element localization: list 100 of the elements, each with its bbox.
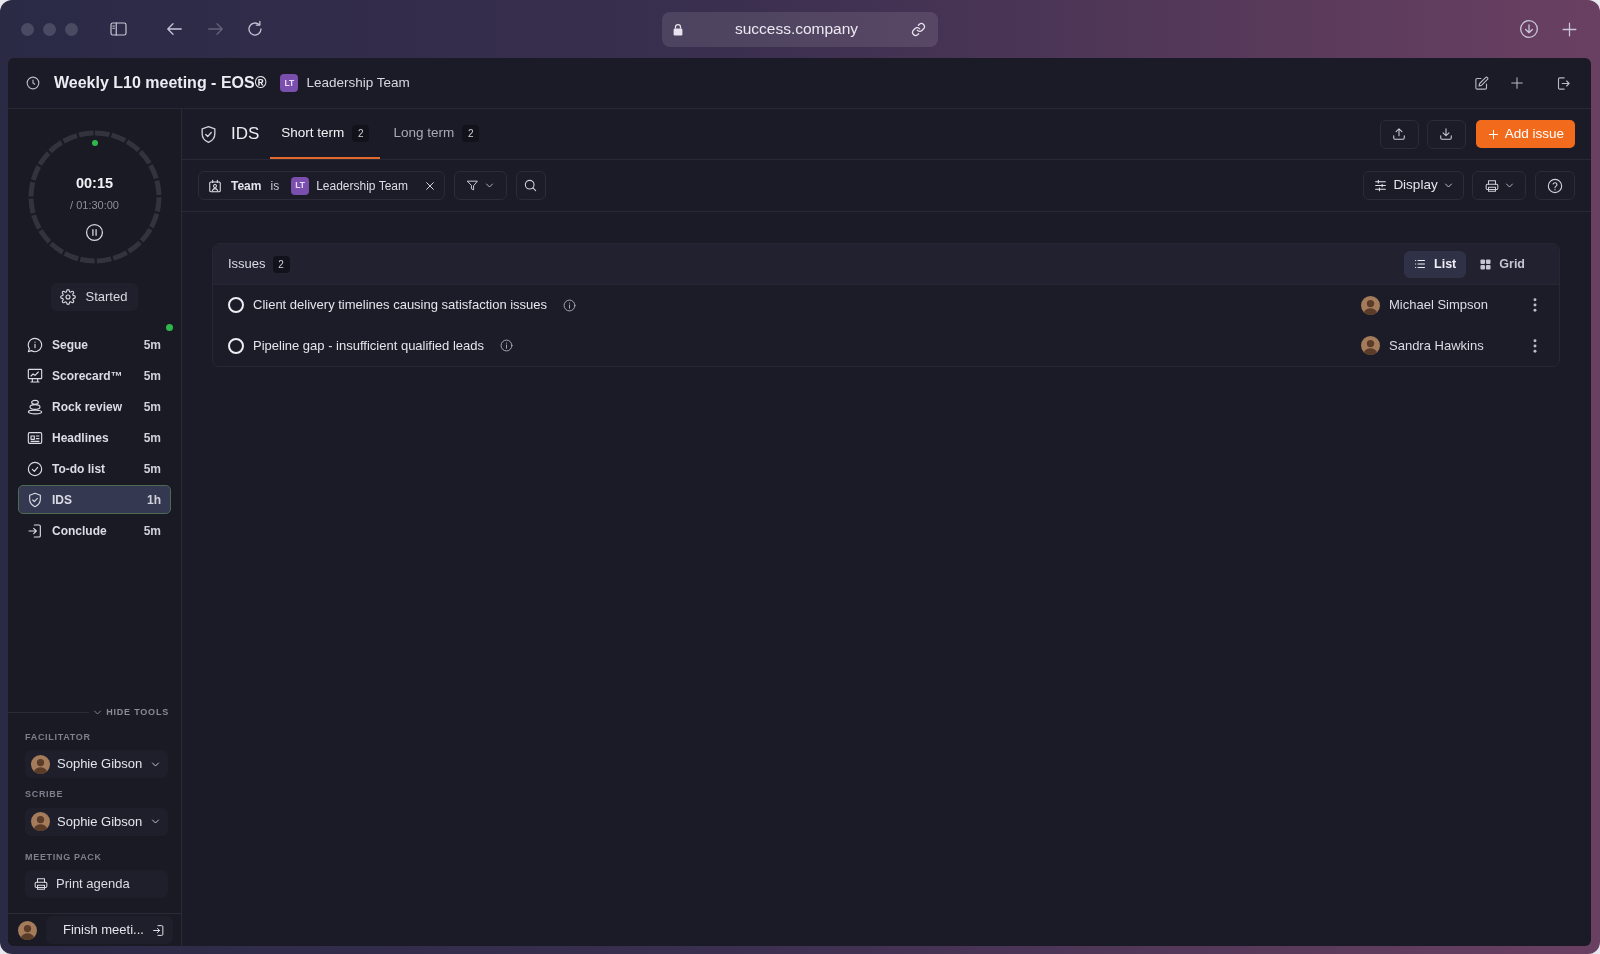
elapsed-time: 00:15 — [75, 174, 114, 193]
calendar-person-icon — [208, 178, 222, 193]
scribe-select[interactable]: Sophie Gibson — [25, 807, 168, 836]
filter-value: Leadership Team — [316, 177, 408, 195]
issue-row[interactable]: Pipeline gap - insufficient qualified leads Sandra Hawkins — [213, 325, 1559, 366]
filter-button[interactable] — [454, 171, 507, 200]
count-badge: 2 — [272, 255, 290, 273]
owner-name: Michael Simpson — [1389, 296, 1488, 315]
owner-name: Sandra Hawkins — [1389, 336, 1484, 355]
issue-row[interactable]: Client delivery timelines causing satisfaction issues Michael Simpson — [213, 285, 1559, 325]
view-option[interactable]: List — [1404, 250, 1467, 278]
finish-meeting-button[interactable]: Finish meeti... — [46, 916, 173, 944]
filter-operator: is — [270, 177, 280, 195]
tab[interactable]: Short term 2 — [270, 109, 381, 159]
lock-icon — [672, 22, 683, 36]
count-badge: 2 — [462, 124, 480, 142]
address-bar[interactable]: success.company — [661, 11, 938, 47]
shield-check-icon — [27, 491, 43, 508]
agenda-item[interactable]: IDS 1h — [18, 485, 171, 514]
clock-icon — [26, 76, 40, 90]
edit-icon[interactable] — [1474, 75, 1489, 91]
team-initials: LT — [291, 176, 310, 195]
gear-icon — [59, 289, 76, 305]
agenda-item[interactable]: Scorecard™ 5m — [18, 361, 171, 390]
chart-board-icon — [27, 367, 43, 384]
agenda-item[interactable]: Rock review 5m — [18, 392, 171, 421]
enter-icon — [151, 923, 165, 937]
hide-tools-toggle[interactable]: HIDE TOOLS — [89, 705, 181, 720]
complete-checkbox[interactable] — [228, 297, 244, 313]
count-badge: 2 — [352, 124, 370, 142]
chevron-icon — [151, 817, 160, 826]
duration-text: 5m — [143, 336, 161, 354]
pause-icon[interactable] — [85, 223, 104, 243]
download-button[interactable] — [1426, 119, 1466, 149]
duration-text: 1h — [147, 491, 161, 509]
plus-icon — [1487, 128, 1499, 140]
agenda-item[interactable]: Conclude 5m — [18, 516, 171, 545]
info-icon[interactable] — [563, 298, 577, 312]
info-icon[interactable] — [500, 339, 514, 352]
speech-bubble-icon — [27, 336, 43, 353]
plus-icon[interactable] — [1510, 76, 1524, 90]
print-button[interactable] — [1472, 171, 1526, 200]
agenda-item[interactable]: To-do list 5m — [18, 454, 171, 483]
agenda-item[interactable]: Segue 5m — [18, 330, 171, 359]
section-title: IDS — [231, 123, 260, 146]
tab[interactable]: Long term 2 — [382, 109, 491, 159]
status-button[interactable]: Started — [50, 283, 139, 311]
agenda-item[interactable]: Headlines 5m — [18, 423, 171, 452]
facilitator-select[interactable]: Sophie Gibson — [25, 750, 168, 778]
avatar-icon — [1361, 295, 1380, 315]
section-label: MEETING PACK — [25, 850, 103, 864]
avatar-icon — [31, 812, 50, 831]
search-button[interactable] — [516, 171, 546, 200]
new-tab-icon[interactable] — [1561, 20, 1578, 38]
filter-field: Team — [231, 176, 262, 195]
complete-checkbox[interactable] — [228, 337, 244, 354]
team-initials: LT — [280, 74, 299, 92]
status-dot-icon — [91, 140, 98, 146]
printer-icon — [34, 877, 48, 891]
search-icon — [524, 179, 538, 192]
url-text: success.company — [733, 19, 860, 40]
filter-chip[interactable]: Team is LT Leadership Team — [198, 171, 445, 200]
more-icon[interactable] — [1533, 298, 1537, 312]
upload-button[interactable] — [1379, 119, 1419, 149]
filter-icon — [466, 179, 480, 192]
view-option[interactable]: Grid — [1470, 250, 1535, 278]
avatar-icon — [18, 920, 37, 940]
duration-text: 5m — [143, 429, 161, 447]
download-icon[interactable] — [1519, 19, 1539, 39]
back-arrow-icon[interactable] — [165, 20, 184, 38]
newspaper-icon — [27, 429, 43, 446]
more-icon[interactable] — [1533, 338, 1537, 353]
duration-text: 5m — [143, 460, 161, 478]
check-circle-icon — [27, 460, 43, 477]
reload-icon[interactable] — [246, 20, 264, 38]
sliders-icon — [1374, 179, 1388, 192]
help-icon — [1547, 177, 1563, 194]
print-agenda-button[interactable]: Print agenda — [25, 870, 168, 898]
chevron-icon — [93, 708, 103, 717]
enter-icon — [27, 522, 43, 539]
duration-text: 5m — [143, 398, 161, 416]
link-icon[interactable] — [910, 21, 926, 37]
display-button[interactable]: Display — [1363, 171, 1464, 200]
section-label: SCRIBE — [25, 788, 65, 801]
sidebar-icon[interactable] — [108, 20, 129, 38]
issue-title: Pipeline gap - insufficient qualified leads — [253, 336, 485, 355]
chevron-icon — [1504, 181, 1514, 190]
section-label: FACILITATOR — [25, 730, 92, 744]
exit-icon[interactable] — [1556, 75, 1571, 91]
upload-icon — [1392, 127, 1407, 141]
help-button[interactable] — [1535, 171, 1575, 200]
close-icon[interactable] — [425, 180, 435, 191]
grid-icon — [1480, 258, 1492, 270]
shield-check-icon — [199, 124, 218, 144]
issue-title: Client delivery timelines causing satisfaction issues — [253, 296, 548, 315]
duration-text: 5m — [143, 522, 161, 540]
chevron-icon — [485, 181, 495, 190]
total-time: / 01:30:00 — [70, 197, 119, 213]
panel-title: Issues — [228, 255, 266, 274]
team-name: Leadership Team — [306, 73, 410, 92]
